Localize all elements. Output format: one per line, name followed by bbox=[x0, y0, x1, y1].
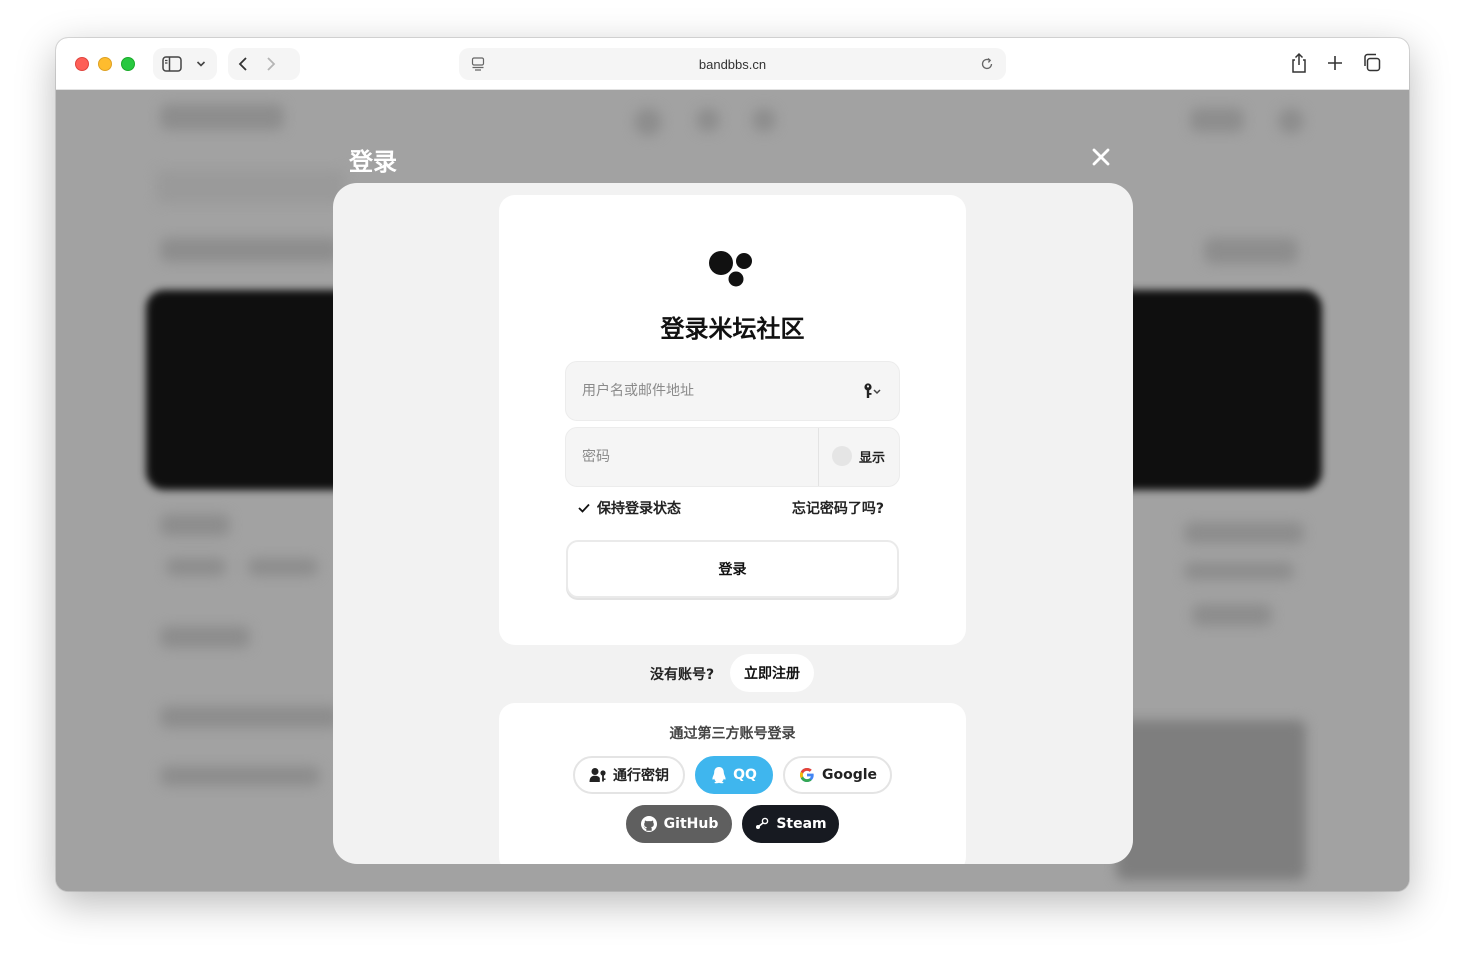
browser-window: bandbbs.cn 登录 登录米坛社区 用户名或邮件地址 显示 保持登录状态 … bbox=[56, 38, 1409, 891]
community-logo-icon bbox=[709, 251, 752, 287]
passkey-icon bbox=[589, 768, 606, 782]
steam-login-button[interactable]: Steam bbox=[742, 805, 839, 843]
google-label: Google bbox=[821, 767, 878, 783]
sidebar-icon bbox=[162, 56, 182, 72]
blurred-text bbox=[1184, 562, 1294, 580]
github-label: GitHub bbox=[663, 816, 719, 832]
no-account-label: 没有账号? bbox=[650, 667, 715, 683]
passkey-login-button[interactable]: 通行密钥 bbox=[573, 756, 685, 794]
blurred-text bbox=[160, 514, 230, 536]
remember-me-checkbox[interactable]: 保持登录状态 bbox=[577, 498, 681, 518]
toolbar-right bbox=[1290, 52, 1382, 74]
google-icon bbox=[799, 768, 814, 782]
qq-login-button[interactable]: QQ bbox=[695, 756, 773, 794]
chevron-down-icon bbox=[196, 61, 206, 67]
blurred-nav bbox=[752, 108, 776, 132]
sidebar-toggle-button[interactable] bbox=[153, 48, 217, 80]
username-input[interactable] bbox=[566, 362, 899, 420]
blurred-breadcrumb bbox=[156, 170, 346, 204]
show-password-label: 显示 bbox=[859, 450, 886, 466]
share-icon[interactable] bbox=[1290, 52, 1308, 74]
steam-label: Steam bbox=[776, 816, 827, 832]
password-field-wrapper: 显示 bbox=[565, 427, 900, 487]
login-card: 登录米坛社区 显示 bbox=[499, 195, 966, 645]
back-icon[interactable] bbox=[237, 56, 249, 72]
forward-icon[interactable] bbox=[265, 56, 277, 72]
login-modal: 登录米坛社区 显示 bbox=[333, 183, 1133, 864]
key-icon[interactable] bbox=[863, 382, 883, 400]
blurred-text bbox=[1184, 522, 1304, 544]
qq-label: QQ bbox=[733, 767, 757, 783]
blurred-text bbox=[1192, 604, 1272, 626]
tab-overview-icon[interactable] bbox=[1362, 52, 1382, 74]
github-login-button[interactable]: GitHub bbox=[626, 805, 732, 843]
blurred-logo bbox=[160, 104, 284, 130]
blurred-button bbox=[1204, 238, 1298, 264]
navigation-buttons bbox=[228, 48, 300, 80]
register-button[interactable]: 立即注册 bbox=[730, 654, 814, 692]
blurred-nav bbox=[634, 108, 662, 136]
github-icon bbox=[640, 816, 657, 832]
remember-me-label: 保持登录状态 bbox=[597, 501, 681, 517]
forgot-password-link[interactable]: 忘记密码了吗? bbox=[792, 498, 884, 518]
reload-icon[interactable] bbox=[980, 57, 994, 71]
new-tab-icon[interactable] bbox=[1326, 52, 1344, 74]
login-button[interactable]: 登录 bbox=[566, 540, 899, 598]
blurred-avatar bbox=[1278, 108, 1304, 134]
third-party-login-card: 通过第三方账号登录 通行密钥 QQ Google GitHub Steam bbox=[499, 703, 966, 864]
browser-titlebar: bandbbs.cn bbox=[56, 38, 1409, 90]
blurred-text bbox=[248, 558, 318, 576]
blurred-title bbox=[160, 238, 340, 262]
steam-icon bbox=[756, 817, 769, 829]
blurred-nav bbox=[696, 108, 720, 132]
google-login-button[interactable]: Google bbox=[783, 756, 892, 794]
blurred-text bbox=[166, 558, 226, 576]
blurred-text bbox=[160, 626, 250, 648]
address-text: bandbbs.cn bbox=[698, 56, 767, 72]
address-bar[interactable]: bandbbs.cn bbox=[459, 48, 1006, 80]
close-icon[interactable] bbox=[1090, 146, 1112, 168]
field-divider bbox=[818, 428, 819, 486]
blurred-text bbox=[160, 706, 340, 728]
modal-title: 登录 bbox=[349, 148, 397, 176]
passkey-label: 通行密钥 bbox=[613, 768, 669, 784]
zoom-window-button[interactable] bbox=[121, 57, 135, 71]
toggle-indicator bbox=[832, 446, 852, 466]
blurred-text bbox=[160, 766, 320, 786]
page-menu-icon[interactable] bbox=[471, 57, 485, 71]
blurred-image bbox=[1116, 720, 1306, 880]
close-window-button[interactable] bbox=[75, 57, 89, 71]
username-field-wrapper bbox=[565, 361, 900, 421]
minimize-window-button[interactable] bbox=[98, 57, 112, 71]
third-party-title: 通过第三方账号登录 bbox=[669, 726, 796, 742]
show-password-toggle[interactable]: 显示 bbox=[832, 446, 885, 466]
qq-icon bbox=[712, 767, 726, 784]
blurred-header-item bbox=[1190, 108, 1244, 132]
login-heading: 登录米坛社区 bbox=[660, 315, 805, 343]
check-icon bbox=[578, 503, 590, 513]
